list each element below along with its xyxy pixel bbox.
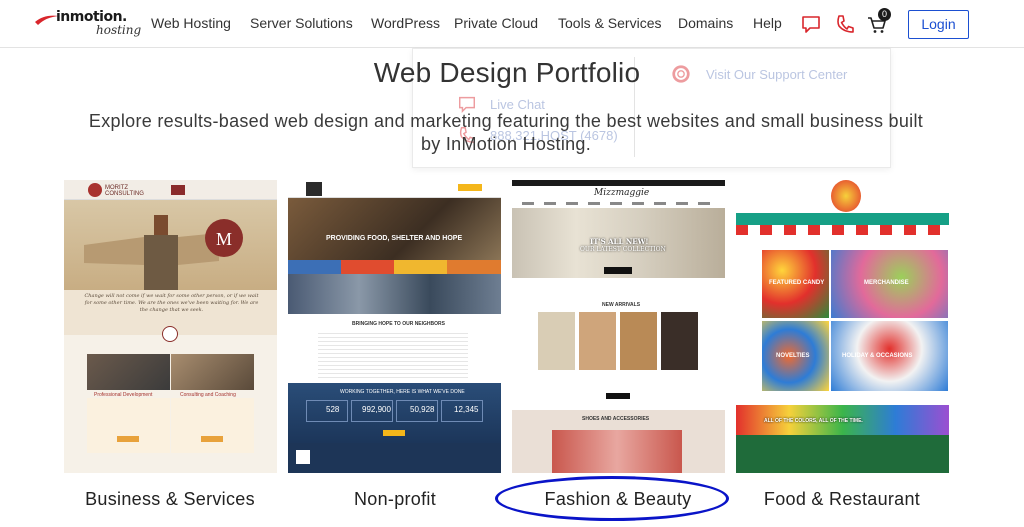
thumb-photo-right xyxy=(171,354,254,390)
thumb-hero-image xyxy=(288,198,501,260)
thumb-hero-subline: OUR LATEST COLLECTION xyxy=(580,246,666,253)
thumb-product xyxy=(661,312,698,370)
thumb-footer xyxy=(288,443,501,473)
nav-web-hosting[interactable]: Web Hosting xyxy=(151,15,231,31)
logo-subtext: hosting xyxy=(96,23,142,37)
thumb-col2-button xyxy=(201,436,223,442)
thumb-tile-label: NOVELTIES xyxy=(776,353,810,359)
thumb-col1-body xyxy=(87,398,170,453)
nav-tools-services[interactable]: Tools & Services xyxy=(558,15,661,31)
portfolio-thumbnail-business[interactable]: MORITZ CONSULTING M Change will not come… xyxy=(64,180,277,473)
caption-food-restaurant[interactable]: Food & Restaurant xyxy=(722,489,962,510)
thumb-shop-button-2 xyxy=(606,393,630,399)
thumb-banner-text: ALL OF THE COLORS, ALL OF THE TIME. xyxy=(764,418,863,424)
highlight-circle-annotation xyxy=(495,476,729,521)
thumb-photo-left xyxy=(87,354,170,390)
thumb-section-heading: NEW ARRIVALS xyxy=(602,302,641,308)
thumb-brand: MORITZ CONSULTING xyxy=(105,185,144,197)
portfolio-thumbnail-fashion[interactable]: Mizzmaggie IT'S ALL NEW! OUR LATEST COLL… xyxy=(512,180,725,473)
thumb-photo-strip xyxy=(288,274,501,314)
phone-icon[interactable] xyxy=(834,13,856,35)
thumb-product xyxy=(579,312,616,370)
nav-server-solutions[interactable]: Server Solutions xyxy=(250,15,353,31)
thumb-body-text xyxy=(318,330,468,380)
thumb-product xyxy=(538,312,575,370)
thumb-tile-label: FEATURED CANDY xyxy=(769,280,825,286)
thumb-nav xyxy=(522,202,715,205)
thumb-accessories-image xyxy=(552,430,682,473)
thumb-product xyxy=(620,312,657,370)
login-button[interactable]: Login xyxy=(908,10,969,39)
thumb-topbar xyxy=(512,180,725,186)
thumb-hero-headline: PROVIDING FOOD, SHELTER AND HOPE xyxy=(326,235,463,242)
top-navbar: inmotion. hosting Web Hosting Server Sol… xyxy=(0,0,1024,48)
thumb-footer-logo xyxy=(296,450,310,464)
thumb-brand: Mizzmaggie xyxy=(594,188,650,198)
thumb-tile-label: MERCHANDISE xyxy=(864,280,909,286)
caption-business-services[interactable]: Business & Services xyxy=(50,489,290,510)
thumb-tile-red xyxy=(341,260,394,274)
thumb-donate-button xyxy=(458,184,482,191)
thumb-stat-value: 12,345 xyxy=(454,405,479,414)
thumb-accessories-heading: SHOES AND ACCESSORIES xyxy=(582,416,650,422)
caption-non-profit[interactable]: Non-profit xyxy=(275,489,515,510)
thumb-col2-body xyxy=(171,398,254,453)
thumb-quote: Change will not come if we wait for some… xyxy=(84,293,259,313)
thumb-m-badge xyxy=(162,326,178,342)
portfolio-thumbnail-food[interactable]: FEATURED CANDY MERCHANDISE NOVELTIES HOL… xyxy=(736,180,949,473)
thumb-nav xyxy=(736,213,949,225)
thumb-footer xyxy=(736,435,949,473)
svg-text:M: M xyxy=(216,229,232,249)
thumb-tile-orange xyxy=(447,260,501,274)
thumb-stat-value: 992,900 xyxy=(362,405,391,414)
thumb-stat-value: 528 xyxy=(326,405,340,414)
cart-count-badge: 0 xyxy=(878,8,891,21)
thumb-logo-icon xyxy=(831,180,861,212)
thumb-tile-label: HOLIDAY & OCCASIONS xyxy=(842,353,913,359)
thumb-hero-figure: M xyxy=(84,215,243,290)
thumb-nav-active xyxy=(171,185,185,195)
portfolio-thumbnail-nonprofit[interactable]: PROVIDING FOOD, SHELTER AND HOPE BRINGIN… xyxy=(288,180,501,473)
nav-wordpress[interactable]: WordPress xyxy=(371,15,440,31)
thumb-shop-button xyxy=(604,267,632,274)
inmotion-logo[interactable]: inmotion. hosting xyxy=(34,9,142,39)
thumb-awning xyxy=(736,225,949,235)
nav-domains[interactable]: Domains xyxy=(678,15,733,31)
moritz-logo-icon xyxy=(88,183,102,197)
page-title: Web Design Portfolio xyxy=(373,57,641,88)
thumb-tile-blue xyxy=(288,260,341,274)
thumb-hero-headline: IT'S ALL NEW! xyxy=(590,237,649,246)
thumb-section-heading: BRINGING HOPE TO OUR NEIGHBORS xyxy=(352,321,445,327)
nav-help[interactable]: Help xyxy=(753,15,782,31)
thumb-logo-icon xyxy=(306,182,322,196)
thumb-stats-button xyxy=(383,430,405,436)
chat-icon[interactable] xyxy=(800,13,822,35)
thumb-tile-yellow xyxy=(394,260,447,274)
thumb-stat-value: 50,928 xyxy=(410,405,435,414)
page-intro-text: Explore results-based web design and mar… xyxy=(88,111,924,154)
nav-private-cloud[interactable]: Private Cloud xyxy=(454,15,538,31)
thumb-stats-heading: WORKING TOGETHER, HERE IS WHAT WE'VE DON… xyxy=(340,389,465,395)
thumb-col1-button xyxy=(117,436,139,442)
